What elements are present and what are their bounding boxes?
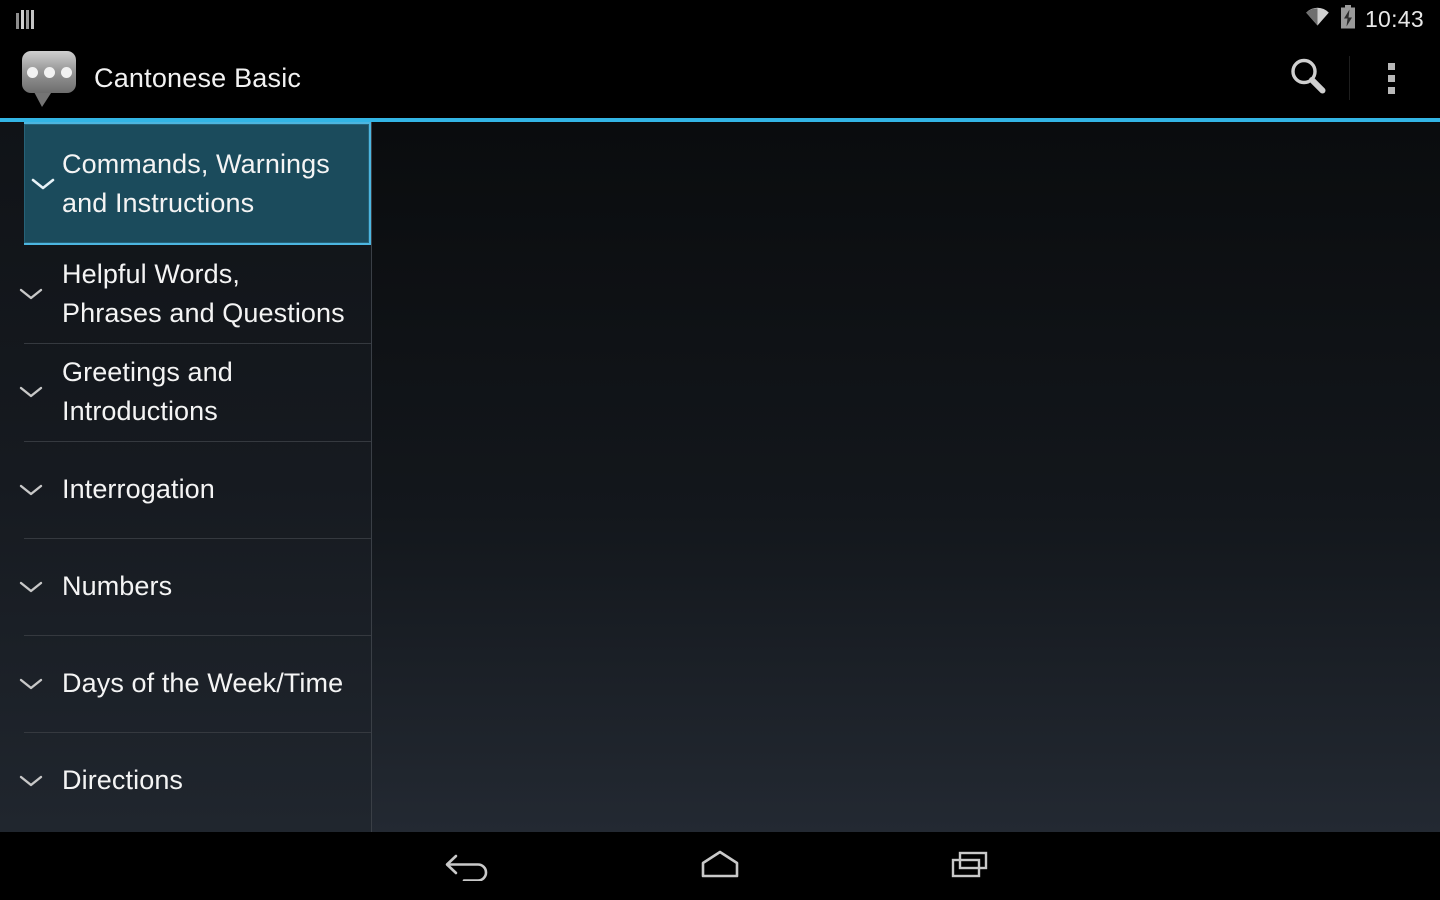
sidebar-item-numbers[interactable]: Numbers: [0, 538, 371, 635]
overflow-menu-icon: [1387, 62, 1395, 94]
sidebar-item-days-of-the-week-time[interactable]: Days of the Week/Time: [0, 635, 371, 732]
sidebar-item-helpful-words-phrases-questions[interactable]: Helpful Words, Phrases and Questions: [0, 245, 371, 343]
content-area: Commands, Warnings and Instructions Help…: [0, 122, 1440, 832]
search-button[interactable]: [1267, 38, 1349, 118]
sidebar-item-label: Numbers: [62, 571, 173, 601]
battery-charging-icon: [1340, 4, 1356, 34]
sidebar-item-label: Directions: [62, 765, 184, 795]
back-arrow-icon: [442, 847, 498, 886]
home-icon: [692, 845, 748, 888]
wifi-icon: [1304, 6, 1331, 32]
status-bar-left: [8, 9, 34, 29]
app-title: Cantonese Basic: [94, 62, 302, 93]
sidebar-item-label: Greetings and Introductions: [62, 357, 233, 426]
chevron-down-icon: [0, 578, 62, 596]
sidebar-item-greetings-introductions[interactable]: Greetings and Introductions: [0, 343, 371, 441]
category-sidebar[interactable]: Commands, Warnings and Instructions Help…: [0, 122, 372, 832]
action-bar: Cantonese Basic: [0, 38, 1440, 118]
sidebar-item-label: Commands, Warnings and Instructions: [62, 148, 330, 218]
chevron-down-icon: [0, 481, 62, 499]
sidebar-item-label: Helpful Words, Phrases and Questions: [62, 259, 345, 328]
sidebar-item-directions[interactable]: Directions: [0, 732, 371, 829]
system-navigation-bar: [0, 832, 1440, 900]
back-button[interactable]: [345, 832, 595, 900]
sidebar-item-interrogation[interactable]: Interrogation: [0, 441, 371, 538]
search-icon: [1287, 55, 1329, 102]
home-button[interactable]: [595, 832, 845, 900]
chevron-down-icon: [0, 675, 62, 693]
sidebar-item-label: Interrogation: [62, 474, 215, 504]
status-bar-clock: 10:43: [1364, 5, 1424, 32]
sidebar-item-commands-warnings-instructions[interactable]: Commands, Warnings and Instructions: [24, 122, 371, 245]
chevron-down-icon: [0, 383, 62, 401]
detail-pane: [372, 122, 1440, 832]
speech-bubble-icon: [18, 47, 80, 109]
android-tablet-screen: 10:43 Cantonese Basic Commands, Warnings…: [0, 0, 1440, 900]
recent-apps-icon: [942, 845, 998, 888]
status-bar: 10:43: [0, 0, 1440, 38]
sidebar-item-label: Days of the Week/Time: [62, 668, 344, 698]
action-bar-actions: [1267, 38, 1432, 118]
chevron-down-icon: [24, 175, 62, 193]
signal-bars-icon: [8, 9, 34, 29]
chevron-down-icon: [0, 772, 62, 790]
overflow-menu-button[interactable]: [1350, 38, 1432, 118]
status-bar-right: 10:43: [1304, 4, 1424, 34]
chevron-down-icon: [0, 285, 62, 303]
recent-apps-button[interactable]: [845, 832, 1095, 900]
